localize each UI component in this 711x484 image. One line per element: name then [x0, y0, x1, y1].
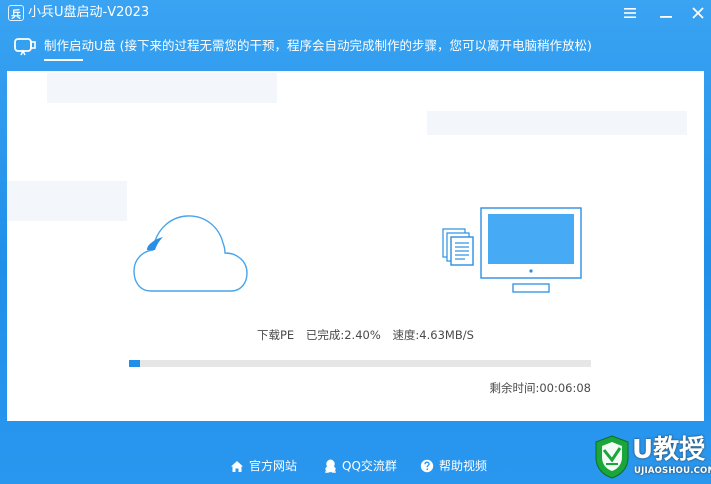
- step-header: 制作启动U盘 (接下来的过程无需您的干预，程序会自动完成制作的步骤，您可以离开电…: [0, 30, 711, 64]
- cloud-icon: [133, 213, 251, 297]
- download-status: 下载PE 已完成:2.40% 速度:4.63MB/S: [257, 327, 474, 343]
- close-icon[interactable]: [687, 2, 709, 24]
- progress-panel: 下载PE 已完成:2.40% 速度:4.63MB/S 剩余时间:00:06:08: [7, 71, 704, 421]
- monitor-icon: [480, 207, 582, 295]
- watermark-domain: UJIAOSHOU.COM: [634, 466, 711, 476]
- background-decoration: [47, 73, 277, 103]
- home-icon: [231, 460, 243, 472]
- stage-label: 下载PE: [257, 328, 295, 342]
- help-video-link[interactable]: 帮助视频: [420, 459, 487, 473]
- hamburger-menu-icon[interactable]: [619, 2, 641, 24]
- background-decoration: [7, 181, 127, 221]
- watermark-logo: U教授 UJIAOSHOU.COM: [589, 432, 711, 484]
- step-description: 制作启动U盘 (接下来的过程无需您的干预，程序会自动完成制作的步骤，您可以离开电…: [44, 38, 592, 53]
- official-site-link[interactable]: 官方网站: [230, 459, 297, 473]
- documents-icon: [442, 228, 474, 266]
- background-decoration: [427, 111, 687, 135]
- help-video-label: 帮助视频: [439, 459, 488, 473]
- watermark-brand: U教授: [632, 435, 706, 465]
- installer-window: 兵 小兵U盘启动-V2023 制作启动U盘 (接下来的过程无需您的干预，程序会自…: [0, 0, 711, 484]
- qq-group-link[interactable]: QQ交流群: [324, 459, 397, 473]
- minimize-icon[interactable]: [655, 2, 677, 24]
- step-active-indicator: [44, 59, 83, 61]
- qq-group-label: QQ交流群: [342, 459, 397, 473]
- help-icon: [420, 459, 434, 473]
- time-remaining: 剩余时间:00:06:08: [489, 381, 591, 395]
- completed-percent: 已完成:2.40%: [305, 328, 381, 342]
- shield-logo-icon: [595, 435, 629, 479]
- progress-bar: [129, 360, 591, 367]
- qq-penguin-icon: [325, 459, 336, 473]
- title-bar[interactable]: 兵 小兵U盘启动-V2023: [0, 0, 711, 28]
- download-speed: 速度:4.63MB/S: [392, 328, 474, 342]
- progress-bar-fill: [129, 360, 140, 367]
- official-site-label: 官方网站: [249, 459, 298, 473]
- usb-drive-icon: [13, 36, 37, 58]
- window-title: 小兵U盘启动-V2023: [28, 5, 150, 20]
- app-logo-icon: 兵: [8, 5, 24, 21]
